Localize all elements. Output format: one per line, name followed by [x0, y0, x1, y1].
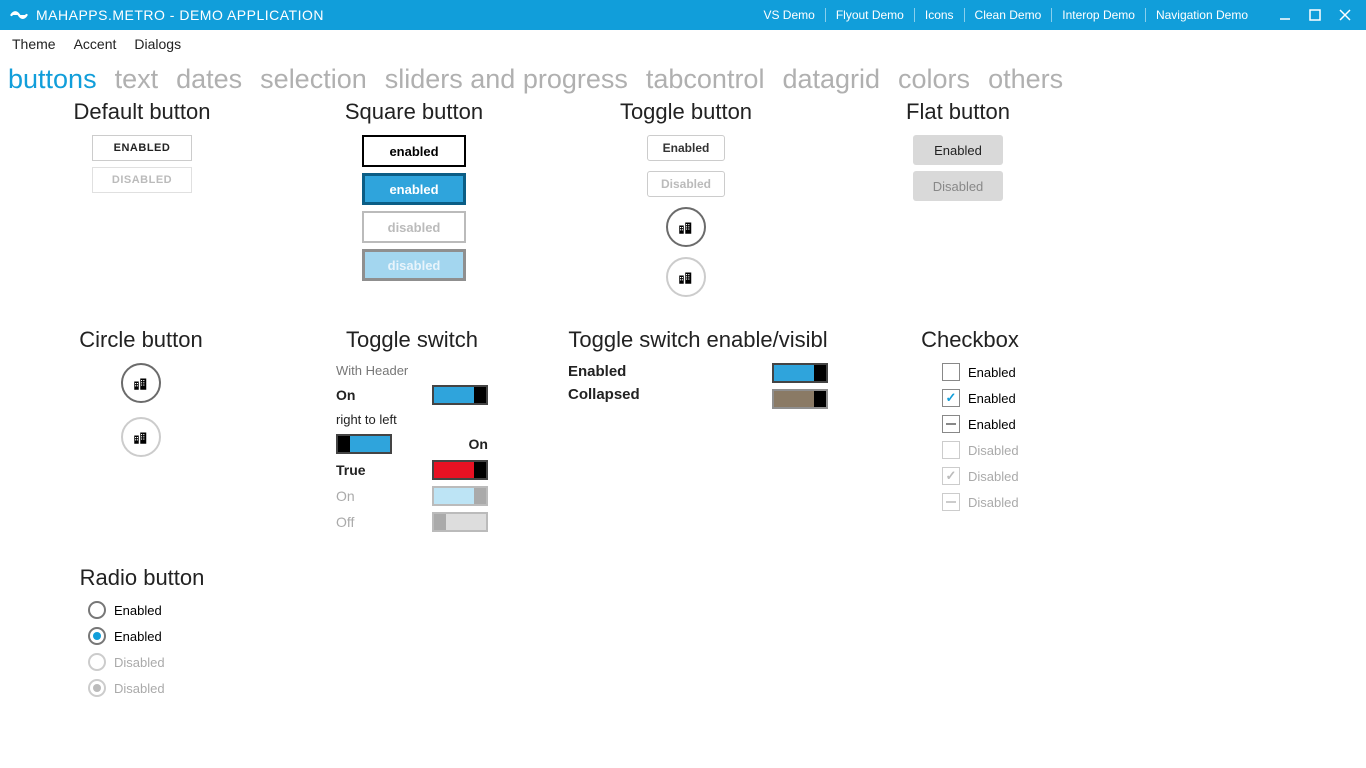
section-title: Flat button	[822, 99, 1094, 125]
tabstrip: buttons text dates selection sliders and…	[0, 58, 1366, 95]
section-title: Circle button	[6, 327, 276, 353]
titlebar-link-flyout-demo[interactable]: Flyout Demo	[826, 8, 915, 22]
menu-accent[interactable]: Accent	[74, 36, 117, 52]
titlebar-links: VS Demo Flyout Demo Icons Clean Demo Int…	[753, 8, 1258, 22]
radio-enabled-checked[interactable]: Enabled	[88, 627, 162, 645]
flat-button-disabled: Disabled	[913, 171, 1003, 201]
checkbox-enabled-indeterminate[interactable]: Enabled	[942, 415, 1016, 433]
section-title: Default button	[6, 99, 278, 125]
circle-button-disabled	[121, 417, 161, 457]
toggle-switch-on[interactable]	[432, 385, 488, 405]
toggle-switch-on-disabled	[432, 486, 488, 506]
toggle-switch-label: On	[336, 387, 355, 403]
radio-disabled-unchecked: Disabled	[88, 653, 165, 671]
minimize-button[interactable]	[1270, 0, 1300, 30]
toggle-switch-label: True	[336, 462, 366, 478]
section-toggle-button: Toggle button Enabled Disabled	[550, 99, 822, 297]
section-square-button: Square button enabled enabled disabled d…	[278, 99, 550, 297]
city-icon	[677, 218, 695, 236]
titlebar-link-navigation-demo[interactable]: Navigation Demo	[1146, 8, 1258, 22]
toggle-switch-rtl-header: right to left	[336, 412, 488, 427]
city-icon	[677, 268, 695, 286]
toggle-switch-true[interactable]	[432, 460, 488, 480]
flat-button-enabled[interactable]: Enabled	[913, 135, 1003, 165]
tab-sliders-and-progress[interactable]: sliders and progress	[385, 64, 628, 95]
menubar: Theme Accent Dialogs	[0, 30, 1366, 58]
titlebar-link-interop-demo[interactable]: Interop Demo	[1052, 8, 1146, 22]
titlebar-link-vs-demo[interactable]: VS Demo	[753, 8, 825, 22]
tab-datagrid[interactable]: datagrid	[782, 64, 880, 95]
square-button-disabled: disabled	[362, 211, 466, 243]
toggle-switch-label: Off	[336, 514, 354, 530]
section-title: Toggle switch	[276, 327, 548, 353]
menu-dialogs[interactable]: Dialogs	[134, 36, 181, 52]
city-icon	[132, 428, 150, 446]
toggle-switch-header: With Header	[336, 363, 488, 378]
toggle-circle-button-enabled[interactable]	[666, 207, 706, 247]
tsv-collapsed-label: Collapsed	[568, 386, 640, 403]
section-radio-button: Radio button Enabled Enabled Disabled Di…	[6, 565, 278, 697]
tab-buttons[interactable]: buttons	[8, 64, 97, 95]
section-title: Toggle button	[550, 99, 822, 125]
default-button-enabled[interactable]: ENABLED	[92, 135, 192, 161]
toggle-button-disabled: Disabled	[647, 171, 725, 197]
section-title: Toggle switch enable/visibl	[548, 327, 848, 353]
titlebar-link-clean-demo[interactable]: Clean Demo	[965, 8, 1053, 22]
tsv-switch-enabled[interactable]	[772, 363, 828, 383]
tsv-switch-collapsed[interactable]	[772, 389, 828, 409]
circle-button-enabled[interactable]	[121, 363, 161, 403]
tsv-enabled-label: Enabled	[568, 363, 640, 380]
section-checkbox: Checkbox Enabled ✓Enabled Enabled Disabl…	[848, 327, 1092, 535]
tab-tabcontrol[interactable]: tabcontrol	[646, 64, 765, 95]
checkbox-disabled-indeterminate: Disabled	[942, 493, 1019, 511]
default-button-disabled: DISABLED	[92, 167, 192, 193]
checkbox-disabled-checked: ✓Disabled	[942, 467, 1019, 485]
radio-disabled-checked: Disabled	[88, 679, 165, 697]
titlebar-link-icons[interactable]: Icons	[915, 8, 965, 22]
radio-enabled-unchecked[interactable]: Enabled	[88, 601, 162, 619]
section-toggle-switch-ev: Toggle switch enable/visibl Enabled Coll…	[548, 327, 848, 535]
checkbox-disabled-unchecked: Disabled	[942, 441, 1019, 459]
toggle-switch-rtl[interactable]	[336, 434, 392, 454]
square-button-disabled-accent: disabled	[362, 249, 466, 281]
section-flat-button: Flat button Enabled Disabled	[822, 99, 1094, 297]
square-button-enabled[interactable]: enabled	[362, 135, 466, 167]
tab-selection[interactable]: selection	[260, 64, 367, 95]
titlebar: MAHAPPS.METRO - DEMO APPLICATION VS Demo…	[0, 0, 1366, 30]
tab-colors[interactable]: colors	[898, 64, 970, 95]
checkbox-enabled-checked[interactable]: ✓Enabled	[942, 389, 1016, 407]
square-button-enabled-accent[interactable]: enabled	[362, 173, 466, 205]
section-circle-button: Circle button	[6, 327, 276, 535]
toggle-switch-label: On	[336, 488, 355, 504]
close-button[interactable]	[1330, 0, 1360, 30]
checkbox-enabled-unchecked[interactable]: Enabled	[942, 363, 1016, 381]
section-title: Square button	[278, 99, 550, 125]
window-title: MAHAPPS.METRO - DEMO APPLICATION	[36, 7, 324, 23]
toggle-circle-button-disabled	[666, 257, 706, 297]
app-logo-icon	[10, 6, 28, 24]
section-default-button: Default button ENABLED DISABLED	[6, 99, 278, 297]
tab-text[interactable]: text	[115, 64, 159, 95]
maximize-button[interactable]	[1300, 0, 1330, 30]
tab-dates[interactable]: dates	[176, 64, 242, 95]
tab-others[interactable]: others	[988, 64, 1063, 95]
city-icon	[132, 374, 150, 392]
toggle-switch-off-disabled	[432, 512, 488, 532]
toggle-button-enabled[interactable]: Enabled	[647, 135, 725, 161]
section-title: Checkbox	[848, 327, 1092, 353]
section-title: Radio button	[6, 565, 278, 591]
toggle-switch-label: On	[469, 436, 488, 452]
menu-theme[interactable]: Theme	[12, 36, 56, 52]
section-toggle-switch: Toggle switch With Header On right to le…	[276, 327, 548, 535]
